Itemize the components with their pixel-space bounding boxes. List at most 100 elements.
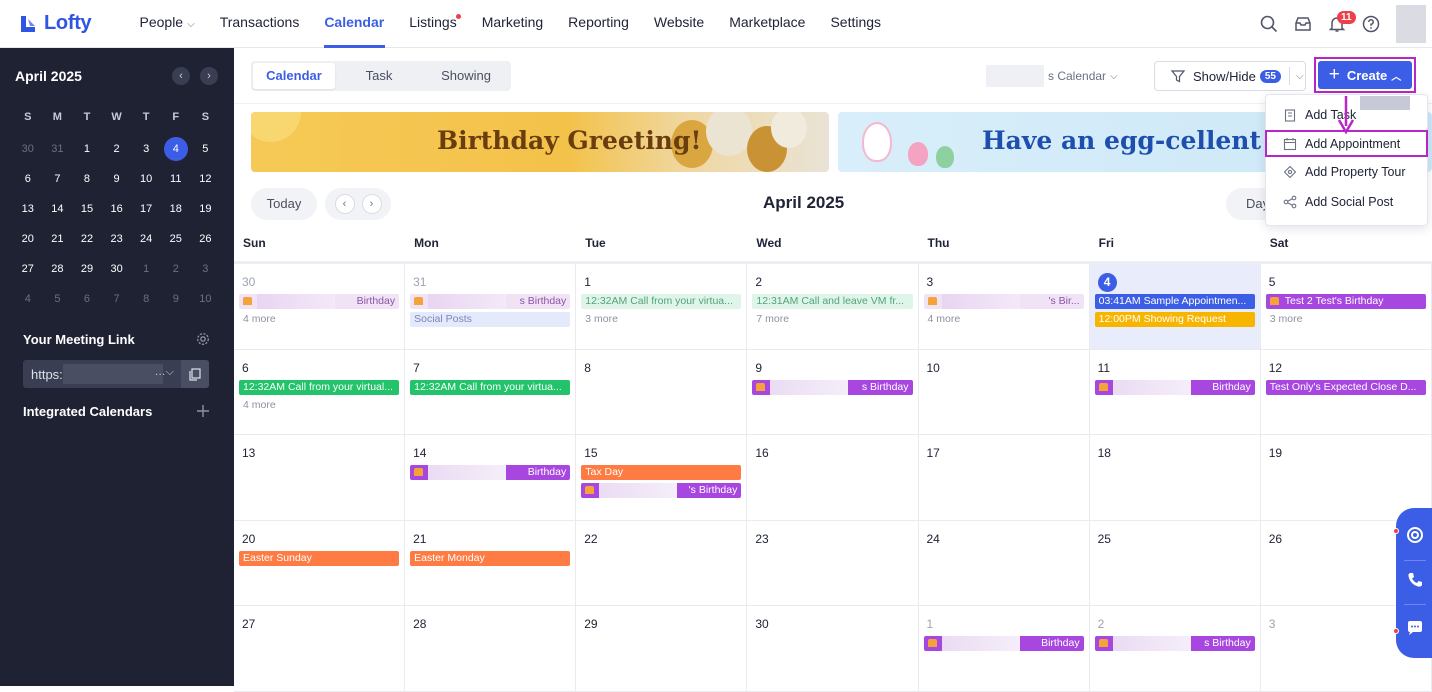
show-hide-button[interactable]: Show/Hide 55 ⌵ [1154, 61, 1306, 91]
mini-day[interactable]: 31 [43, 134, 73, 164]
mini-day[interactable]: 17 [131, 194, 161, 224]
day-cell[interactable]: 18 [1090, 435, 1261, 520]
day-cell[interactable]: 7 12:32AM Call from your virtua... [405, 349, 577, 434]
more-events-link[interactable]: 3 more [581, 312, 741, 327]
calendar-event[interactable]: Easter Sunday [239, 550, 400, 566]
mini-day[interactable]: 29 [72, 254, 102, 284]
mini-day[interactable]: 27 [13, 254, 43, 284]
more-events-link[interactable]: 3 more [1266, 312, 1426, 327]
mini-day[interactable]: 9 [102, 164, 132, 194]
calendar-event[interactable]: Test 2 Test's Birthday [1265, 294, 1426, 309]
mini-day[interactable]: 2 [102, 134, 132, 164]
day-cell[interactable]: 28 [405, 606, 577, 691]
mini-day[interactable]: 6 [72, 284, 102, 314]
mini-day[interactable]: 1 [72, 134, 102, 164]
chevron-down-icon[interactable]: …⌵ [155, 366, 174, 379]
day-cell[interactable]: 5 Test 2 Test's Birthday 3 more [1261, 264, 1432, 349]
gear-icon[interactable] [196, 332, 210, 346]
nav-item-marketplace[interactable]: Marketplace [717, 0, 818, 48]
day-cell[interactable]: 13 [234, 435, 406, 520]
day-cell[interactable]: 6 12:32AM Call from your virtual... 4 more [234, 349, 406, 434]
day-cell[interactable]: 31 s Birthday Social Posts [405, 264, 577, 349]
nav-item-listings[interactable]: Listings [397, 0, 469, 48]
menu-item-add-social-post[interactable]: Add Social Post [1266, 187, 1427, 217]
day-cell-today[interactable]: 4 03:41AM Sample Appointmen... 12:00PM Sho… [1089, 264, 1261, 349]
day-cell[interactable]: 1 Birthday [919, 606, 1090, 691]
mini-day-today[interactable]: 4 [161, 134, 191, 164]
calendar-event[interactable]: Birthday [239, 294, 400, 309]
mini-day[interactable]: 15 [72, 194, 102, 224]
today-button[interactable]: Today [251, 188, 317, 220]
calendar-event[interactable]: s Birthday [752, 379, 913, 395]
day-cell[interactable]: 23 [747, 520, 919, 605]
calendar-event[interactable]: Test Only's Expected Close D... [1265, 379, 1426, 395]
calendar-event[interactable]: Birthday [410, 465, 571, 480]
calendar-event[interactable]: Tax Day [581, 465, 742, 480]
next-month-button[interactable]: › [361, 194, 382, 214]
calendar-event[interactable]: s Birthday [1094, 636, 1255, 651]
menu-item-add-property-tour[interactable]: Add Property Tour [1266, 157, 1427, 187]
mini-day[interactable]: 7 [43, 164, 73, 194]
mini-next-month-button[interactable]: › [200, 67, 218, 85]
mini-day[interactable]: 24 [131, 224, 161, 254]
day-cell[interactable]: 14 Birthday [405, 435, 577, 520]
mini-day[interactable]: 6 [13, 164, 43, 194]
calendar-select[interactable]: s Calendar ⌵ [986, 62, 1118, 90]
mini-day[interactable]: 2 [161, 254, 191, 284]
mini-day[interactable]: 16 [102, 194, 132, 224]
mini-day[interactable]: 19 [191, 194, 221, 224]
tab-showing[interactable]: Showing [423, 63, 509, 89]
mini-day[interactable]: 18 [161, 194, 191, 224]
day-cell[interactable]: 30 Birthday 4 more [234, 264, 406, 349]
inbox-button[interactable] [1286, 7, 1320, 41]
nav-item-reporting[interactable]: Reporting [556, 0, 642, 48]
notifications-button[interactable]: 11 [1320, 7, 1356, 41]
tab-calendar[interactable]: Calendar [253, 63, 335, 89]
help-button[interactable] [1354, 7, 1388, 41]
mini-day[interactable]: 9 [161, 284, 191, 314]
mini-day[interactable]: 13 [13, 194, 43, 224]
mini-day[interactable]: 8 [131, 284, 161, 314]
day-cell[interactable]: 24 [919, 520, 1090, 605]
mini-day[interactable]: 23 [102, 224, 132, 254]
support-button[interactable] [1405, 525, 1425, 545]
phone-button[interactable] [1405, 570, 1425, 590]
prev-month-button[interactable]: ‹ [334, 194, 355, 214]
mini-day[interactable]: 3 [131, 134, 161, 164]
meeting-link-field[interactable]: https: …⌵ [23, 360, 209, 388]
mini-day[interactable]: 3 [191, 254, 221, 284]
day-cell[interactable]: 8 [576, 349, 748, 434]
more-events-link[interactable]: 4 more [924, 312, 1084, 327]
mini-day[interactable]: 1 [131, 254, 161, 284]
mini-day[interactable]: 11 [161, 164, 191, 194]
calendar-event[interactable]: 12:32AM Call from your virtual... [239, 379, 400, 395]
mini-day[interactable]: 4 [13, 284, 43, 314]
nav-item-people[interactable]: People ⌵ [127, 0, 207, 48]
nav-item-transactions[interactable]: Transactions [207, 0, 312, 48]
calendar-event[interactable]: 03:41AM Sample Appointmen... [1094, 294, 1255, 309]
day-cell[interactable]: 12 Test Only's Expected Close D... [1261, 349, 1432, 434]
day-cell[interactable]: 25 [1090, 520, 1261, 605]
calendar-event[interactable]: 12:32AM Call from your virtua... [581, 294, 742, 309]
mini-day[interactable]: 26 [191, 224, 221, 254]
nav-item-calendar[interactable]: Calendar [312, 0, 397, 48]
day-cell[interactable]: 30 [747, 606, 919, 691]
mini-day[interactable]: 14 [43, 194, 73, 224]
mini-day[interactable]: 5 [191, 134, 221, 164]
calendar-event[interactable]: Social Posts [410, 312, 571, 327]
day-cell[interactable]: 17 [919, 435, 1090, 520]
mini-day[interactable]: 30 [102, 254, 132, 284]
mini-day[interactable]: 30 [13, 134, 43, 164]
calendar-event[interactable]: Birthday [923, 636, 1084, 651]
day-cell[interactable]: 16 [747, 435, 919, 520]
calendar-event[interactable]: 's Birthday [581, 483, 742, 498]
day-cell[interactable]: 1 12:32AM Call from your virtua... 3 more [576, 264, 748, 349]
calendar-event[interactable]: Easter Monday [410, 550, 571, 566]
mini-day[interactable]: 21 [43, 224, 73, 254]
mini-day[interactable]: 28 [43, 254, 73, 284]
plus-icon[interactable] [196, 404, 210, 418]
mini-day[interactable]: 10 [191, 284, 221, 314]
nav-item-website[interactable]: Website [641, 0, 716, 48]
more-events-link[interactable]: 7 more [752, 312, 912, 327]
mini-day[interactable]: 22 [72, 224, 102, 254]
